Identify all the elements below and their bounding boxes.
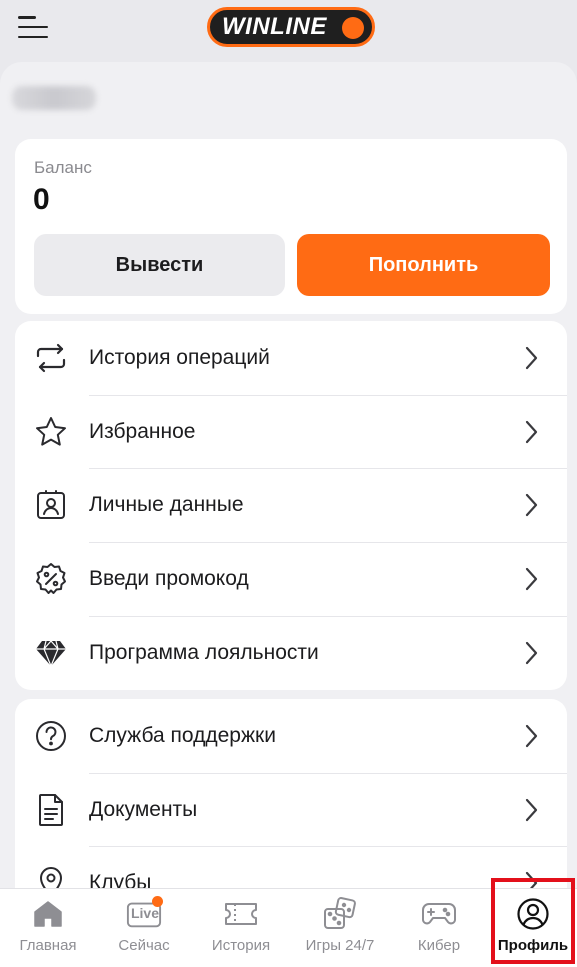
document-icon	[33, 792, 69, 828]
profile-highlight-box	[491, 878, 575, 964]
chevron-right-icon	[525, 420, 538, 444]
menu-card-primary: История операций Избранное Личные данные…	[15, 321, 567, 690]
dice-icon	[322, 897, 358, 931]
logo-text: WINLINE	[222, 13, 327, 40]
balance-label: Баланс	[34, 158, 92, 177]
menu-item-label: История операций	[89, 346, 270, 369]
map-pin-icon	[33, 865, 69, 888]
profile-content: Баланс 0 Вывести Пополнить История опера…	[0, 62, 577, 888]
diamond-icon	[33, 635, 69, 671]
winline-logo[interactable]: WINLINE	[207, 7, 375, 47]
chevron-right-icon	[525, 724, 538, 748]
percent-badge-icon	[33, 561, 69, 597]
chevron-right-icon	[525, 346, 538, 370]
live-icon: Live	[126, 896, 163, 931]
ticket-icon	[223, 897, 259, 931]
deposit-button[interactable]: Пополнить	[297, 234, 550, 296]
nav-label: Главная	[19, 937, 77, 954]
chevron-right-icon	[525, 798, 538, 822]
menu-item-label: Служба поддержки	[89, 724, 276, 747]
balance-value: 0	[33, 183, 50, 216]
gamepad-icon	[421, 897, 457, 931]
chevron-right-icon	[525, 567, 538, 591]
transfer-arrows-icon	[33, 340, 69, 376]
menu-item-personal-data[interactable]: Личные данные	[15, 468, 567, 542]
chevron-right-icon	[525, 641, 538, 665]
nav-item-games[interactable]: Игры 24/7	[292, 889, 388, 967]
menu-item-documents[interactable]: Документы	[15, 773, 567, 847]
menu-item-label: Программа лояльности	[89, 641, 319, 664]
menu-item-favorites[interactable]: Избранное	[15, 395, 567, 469]
chevron-right-icon	[525, 493, 538, 517]
username-blurred	[12, 86, 96, 110]
balance-card: Баланс 0 Вывести Пополнить	[15, 139, 567, 314]
withdraw-button[interactable]: Вывести	[34, 234, 285, 296]
nav-label: Кибер	[417, 937, 461, 954]
live-notification-dot	[152, 896, 163, 907]
nav-item-home[interactable]: Главная	[0, 889, 96, 967]
menu-card-secondary: Служба поддержки Документы Клубы	[15, 699, 567, 888]
nav-item-cyber[interactable]: Кибер	[391, 889, 487, 967]
menu-item-clubs[interactable]: Клубы	[15, 846, 567, 888]
logo-dot	[342, 17, 364, 39]
menu-item-operations-history[interactable]: История операций	[15, 321, 567, 395]
nav-item-history[interactable]: История	[193, 889, 289, 967]
hamburger-menu-icon[interactable]	[18, 14, 48, 40]
star-icon	[33, 414, 69, 450]
nav-label: Игры 24/7	[305, 937, 375, 954]
home-icon	[30, 897, 66, 931]
question-circle-icon	[33, 718, 69, 754]
menu-item-support[interactable]: Служба поддержки	[15, 699, 567, 773]
menu-item-promocode[interactable]: Введи промокод	[15, 542, 567, 616]
menu-item-loyalty-program[interactable]: Программа лояльности	[15, 616, 567, 690]
live-badge-text: Live	[130, 905, 159, 921]
menu-item-label: Личные данные	[89, 493, 244, 516]
menu-item-label: Введи промокод	[89, 567, 249, 590]
nav-label: Сейчас	[118, 937, 170, 954]
nav-label: История	[211, 937, 271, 954]
menu-item-label: Клубы	[89, 871, 152, 888]
id-card-icon	[33, 487, 69, 523]
nav-item-live[interactable]: Live Сейчас	[96, 889, 192, 967]
app-header: WINLINE	[0, 0, 577, 62]
menu-item-label: Документы	[89, 798, 198, 821]
menu-item-label: Избранное	[89, 420, 196, 443]
